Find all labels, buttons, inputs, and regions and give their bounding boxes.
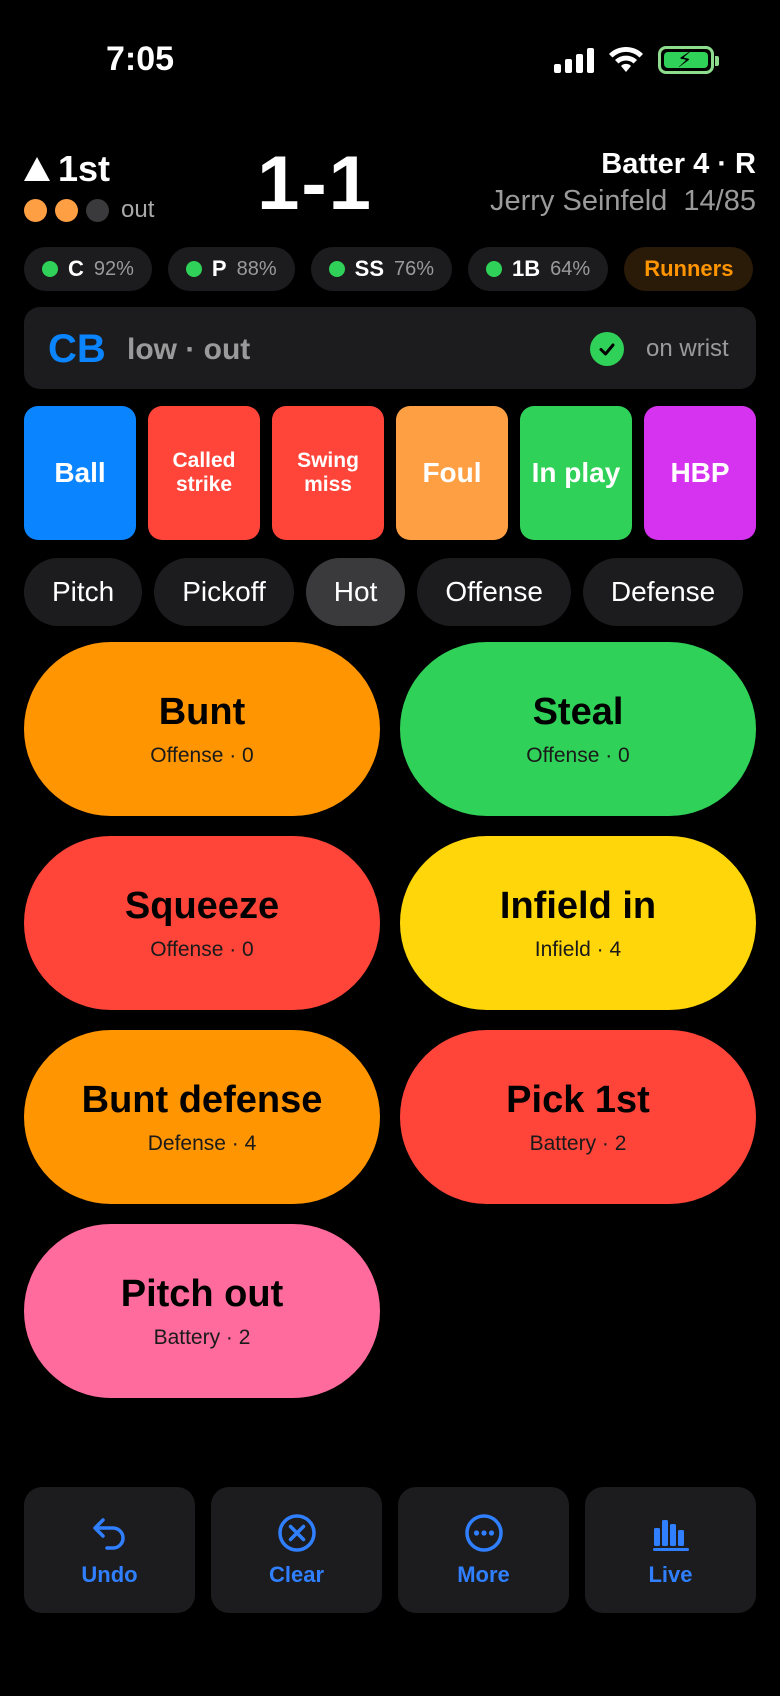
more-button[interactable]: More bbox=[398, 1487, 569, 1613]
outs-indicator: out bbox=[24, 196, 154, 224]
fielder-chip-c[interactable]: C 92% bbox=[24, 247, 152, 291]
status-dot bbox=[328, 261, 345, 277]
category-tabs: Pitch Pickoff Hot Offense Defense bbox=[24, 558, 756, 626]
call-pitch-out-button[interactable]: Pitch out Battery · 2 bbox=[24, 1224, 380, 1398]
status-icons: ⚡ bbox=[554, 46, 719, 74]
fielder-chip-1b[interactable]: 1B 64% bbox=[468, 247, 609, 291]
checkmark-icon bbox=[590, 332, 624, 366]
inning-indicator: 1st bbox=[24, 148, 110, 190]
fielder-chip-ss[interactable]: SS 76% bbox=[310, 247, 453, 291]
call-name: Bunt defense bbox=[81, 1078, 323, 1121]
sign-code: CB bbox=[48, 327, 106, 371]
fielder-position: 1B bbox=[512, 256, 541, 281]
foul-button[interactable]: Foul bbox=[396, 406, 508, 540]
pitch-count: 14/85 bbox=[683, 185, 756, 217]
batter-name-line: Jerry Seinfeld 14/85 bbox=[490, 185, 756, 218]
hbp-button[interactable]: HBP bbox=[644, 406, 756, 540]
in-play-button[interactable]: In play bbox=[520, 406, 632, 540]
wifi-icon bbox=[609, 46, 643, 72]
fielder-position: SS bbox=[354, 256, 384, 281]
fielder-percent: 88% bbox=[236, 257, 277, 280]
tab-pitch[interactable]: Pitch bbox=[24, 558, 143, 626]
call-meta: Battery · 2 bbox=[529, 1131, 627, 1155]
clear-label: Clear bbox=[268, 1562, 325, 1587]
call-name: Squeeze bbox=[124, 884, 280, 927]
live-label: Live bbox=[648, 1562, 693, 1587]
call-infield-in-button[interactable]: Infield in Infield · 4 bbox=[400, 836, 756, 1010]
call-meta: Offense · 0 bbox=[150, 743, 254, 767]
call-name: Bunt bbox=[158, 690, 246, 733]
called-strike-button[interactable]: Called strike bbox=[148, 406, 260, 540]
fielder-percent: 64% bbox=[550, 257, 591, 280]
swing-miss-button[interactable]: Swing miss bbox=[272, 406, 384, 540]
score: 1-1 bbox=[257, 141, 373, 226]
runners-chip[interactable]: Runners bbox=[624, 247, 754, 291]
fielder-chips: C 92% P 88% SS 76% 1B 64% Runners bbox=[24, 247, 756, 291]
call-bunt-button[interactable]: Bunt Offense · 0 bbox=[24, 642, 380, 816]
undo-label: Undo bbox=[81, 1562, 138, 1587]
status-bar: 7:05 ⚡ bbox=[0, 0, 780, 120]
clear-icon bbox=[277, 1514, 316, 1552]
call-name: Pitch out bbox=[120, 1272, 284, 1315]
call-name: Infield in bbox=[499, 884, 657, 927]
out-dot bbox=[24, 198, 47, 222]
tab-defense[interactable]: Defense bbox=[582, 558, 744, 626]
call-steal-button[interactable]: Steal Offense · 0 bbox=[400, 642, 756, 816]
call-name: Steal bbox=[532, 690, 624, 733]
status-time: 7:05 bbox=[106, 40, 175, 78]
sign-description: low · out bbox=[127, 333, 251, 366]
live-button[interactable]: Live bbox=[585, 1487, 756, 1613]
fielder-position: P bbox=[211, 256, 227, 281]
call-meta: Offense · 0 bbox=[526, 743, 630, 767]
call-bunt-defense-button[interactable]: Bunt defense Defense · 4 bbox=[24, 1030, 380, 1204]
top-inning-arrow-icon bbox=[24, 157, 50, 181]
status-dot bbox=[185, 261, 202, 277]
live-chart-icon bbox=[652, 1520, 689, 1551]
tab-offense[interactable]: Offense bbox=[417, 558, 571, 626]
more-icon bbox=[464, 1514, 503, 1552]
tab-pickoff[interactable]: Pickoff bbox=[154, 558, 294, 626]
call-pick-1st-button[interactable]: Pick 1st Battery · 2 bbox=[400, 1030, 756, 1204]
more-label: More bbox=[457, 1562, 510, 1587]
fielder-percent: 76% bbox=[394, 257, 435, 280]
inning-label: 1st bbox=[58, 148, 111, 189]
call-meta: Infield · 4 bbox=[534, 937, 622, 961]
fielder-chip-p[interactable]: P 88% bbox=[167, 247, 295, 291]
call-meta: Defense · 4 bbox=[147, 1131, 257, 1155]
pitch-result-buttons: Ball Called strike Swing miss Foul In pl… bbox=[24, 406, 756, 540]
out-dot bbox=[55, 198, 78, 222]
out-dot bbox=[86, 198, 109, 222]
ball-button[interactable]: Ball bbox=[24, 406, 136, 540]
status-dot bbox=[42, 261, 58, 277]
current-sign-panel[interactable]: CB low · out on wrist bbox=[24, 307, 756, 389]
fielder-position: C bbox=[68, 256, 84, 281]
battery-charging-icon: ⚡ bbox=[658, 46, 719, 74]
undo-button[interactable]: Undo bbox=[24, 1487, 195, 1613]
clear-button[interactable]: Clear bbox=[211, 1487, 382, 1613]
tab-hot[interactable]: Hot bbox=[305, 558, 406, 626]
sign-status: on wrist bbox=[646, 335, 729, 362]
status-dot bbox=[486, 261, 503, 277]
undo-icon bbox=[92, 1518, 125, 1550]
call-name: Pick 1st bbox=[506, 1078, 650, 1121]
call-squeeze-button[interactable]: Squeeze Offense · 0 bbox=[24, 836, 380, 1010]
call-meta: Battery · 2 bbox=[153, 1325, 251, 1349]
fielder-percent: 92% bbox=[93, 257, 134, 280]
batter-info: Batter 4 · R bbox=[601, 148, 756, 180]
outs-label: out bbox=[121, 196, 155, 223]
batter-name: Jerry Seinfeld bbox=[489, 185, 668, 217]
call-meta: Offense · 0 bbox=[150, 937, 254, 961]
cellular-signal-icon bbox=[554, 47, 594, 73]
